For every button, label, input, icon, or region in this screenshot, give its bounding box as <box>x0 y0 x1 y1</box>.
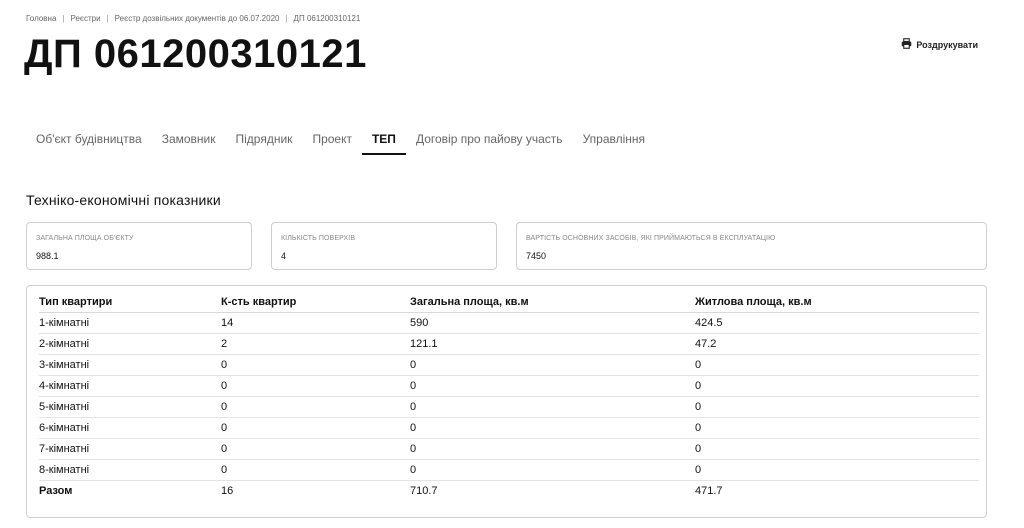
print-button[interactable]: Роздрукувати <box>901 38 978 51</box>
header-total-area: Загальна площа, кв.м <box>410 292 695 313</box>
table-row: 1-кімнатні 14 590 424.5 <box>39 312 979 334</box>
total-count: 16 <box>221 485 234 497</box>
total-living-area: 471.7 <box>695 485 723 497</box>
breadcrumb-registry[interactable]: Реєстр дозвільних документів до 06.07.20… <box>115 14 280 23</box>
cell-type: 5-кімнатні <box>39 396 221 418</box>
tab-contractor[interactable]: Підрядник <box>226 128 303 155</box>
cell-type: 4-кімнатні <box>39 375 221 397</box>
header-apartment-type: Тип квартири <box>39 292 221 313</box>
cell-total-area: 0 <box>410 438 695 460</box>
total-area: 710.7 <box>410 485 438 497</box>
card-label: Загальна площа об'єкту <box>36 235 134 242</box>
cell-count: 0 <box>221 375 410 397</box>
cell-count: 0 <box>221 417 410 439</box>
tab-construction-object[interactable]: Об'єкт будівництва <box>26 128 152 155</box>
table-row: 6-кімнатні 0 0 0 <box>39 417 979 439</box>
header-apartment-count: К-сть квартир <box>221 292 410 313</box>
cell-total-area: 590 <box>410 312 695 334</box>
cell-count: 0 <box>221 438 410 460</box>
breadcrumb: Головна | Реєстри | Реєстр дозвільних до… <box>26 14 360 23</box>
card-value: 4 <box>281 251 287 261</box>
tab-customer[interactable]: Замовник <box>152 128 226 155</box>
breadcrumb-separator: | <box>62 14 65 23</box>
cell-type: 8-кімнатні <box>39 459 221 481</box>
tab-project[interactable]: Проект <box>302 128 362 155</box>
breadcrumb-current: ДП 061200310121 <box>293 14 361 23</box>
cell-living-area: 0 <box>695 417 979 439</box>
breadcrumb-separator: | <box>106 14 109 23</box>
cell-living-area: 0 <box>695 438 979 460</box>
cell-total-area: 0 <box>410 354 695 376</box>
cell-count: 14 <box>221 312 410 334</box>
total-area-card: Загальна площа об'єкту 988.1 <box>26 222 252 270</box>
table-row: 8-кімнатні 0 0 0 <box>39 459 979 481</box>
print-label: Роздрукувати <box>916 39 978 50</box>
breadcrumb-separator: | <box>285 14 288 23</box>
apartments-table-card: Тип квартири К-сть квартир Загальна площ… <box>26 285 987 518</box>
card-label: Кількість поверхів <box>281 235 356 242</box>
cell-count: 0 <box>221 459 410 481</box>
cell-total-area: 0 <box>410 375 695 397</box>
cell-type: 1-кімнатні <box>39 312 221 334</box>
card-value: 988.1 <box>36 251 59 261</box>
table-total-row: Разом 16 710.7 471.7 <box>39 481 979 502</box>
tab-tep[interactable]: ТЕП <box>361 128 406 155</box>
fixed-assets-card: Вартість основних засобів, які приймають… <box>516 222 987 270</box>
cell-total-area: 0 <box>410 417 695 439</box>
cell-total-area: 0 <box>410 396 695 418</box>
printer-icon <box>901 38 912 51</box>
table-row: 5-кімнатні 0 0 0 <box>39 396 979 418</box>
cell-type: 3-кімнатні <box>39 354 221 376</box>
table-row: 3-кімнатні 0 0 0 <box>39 354 979 376</box>
tab-bar: Об'єкт будівництва Замовник Підрядник Пр… <box>26 128 655 155</box>
floors-card: Кількість поверхів 4 <box>271 222 497 270</box>
cell-type: 7-кімнатні <box>39 438 221 460</box>
card-value: 7450 <box>526 251 547 261</box>
header-living-area: Житлова площа, кв.м <box>695 292 979 313</box>
cell-living-area: 47.2 <box>695 333 979 355</box>
cell-total-area: 121.1 <box>410 333 695 355</box>
table-header-row: Тип квартири К-сть квартир Загальна площ… <box>39 292 979 313</box>
card-label: Вартість основних засобів, які приймають… <box>526 235 776 242</box>
cell-count: 2 <box>221 333 410 355</box>
cell-living-area: 0 <box>695 354 979 376</box>
tab-share-agreement[interactable]: Договір про пайову участь <box>406 128 573 155</box>
cell-living-area: 0 <box>695 459 979 481</box>
cell-count: 0 <box>221 396 410 418</box>
table-row: 4-кімнатні 0 0 0 <box>39 375 979 397</box>
page-title: ДП 061200310121 <box>24 32 367 76</box>
apartments-table: Тип квартири К-сть квартир Загальна площ… <box>39 292 979 501</box>
cell-living-area: 0 <box>695 375 979 397</box>
table-row: 2-кімнатні 2 121.1 47.2 <box>39 333 979 355</box>
cell-type: 6-кімнатні <box>39 417 221 439</box>
cell-type: 2-кімнатні <box>39 333 221 355</box>
table-row: 7-кімнатні 0 0 0 <box>39 438 979 460</box>
tab-management[interactable]: Управління <box>573 128 655 155</box>
total-label: Разом <box>39 485 73 497</box>
cell-living-area: 424.5 <box>695 312 979 334</box>
section-title: Техніко-економічні показники <box>26 192 221 208</box>
breadcrumb-registries[interactable]: Реєстри <box>70 14 100 23</box>
breadcrumb-home[interactable]: Головна <box>26 14 56 23</box>
cell-living-area: 0 <box>695 396 979 418</box>
cell-count: 0 <box>221 354 410 376</box>
cell-total-area: 0 <box>410 459 695 481</box>
